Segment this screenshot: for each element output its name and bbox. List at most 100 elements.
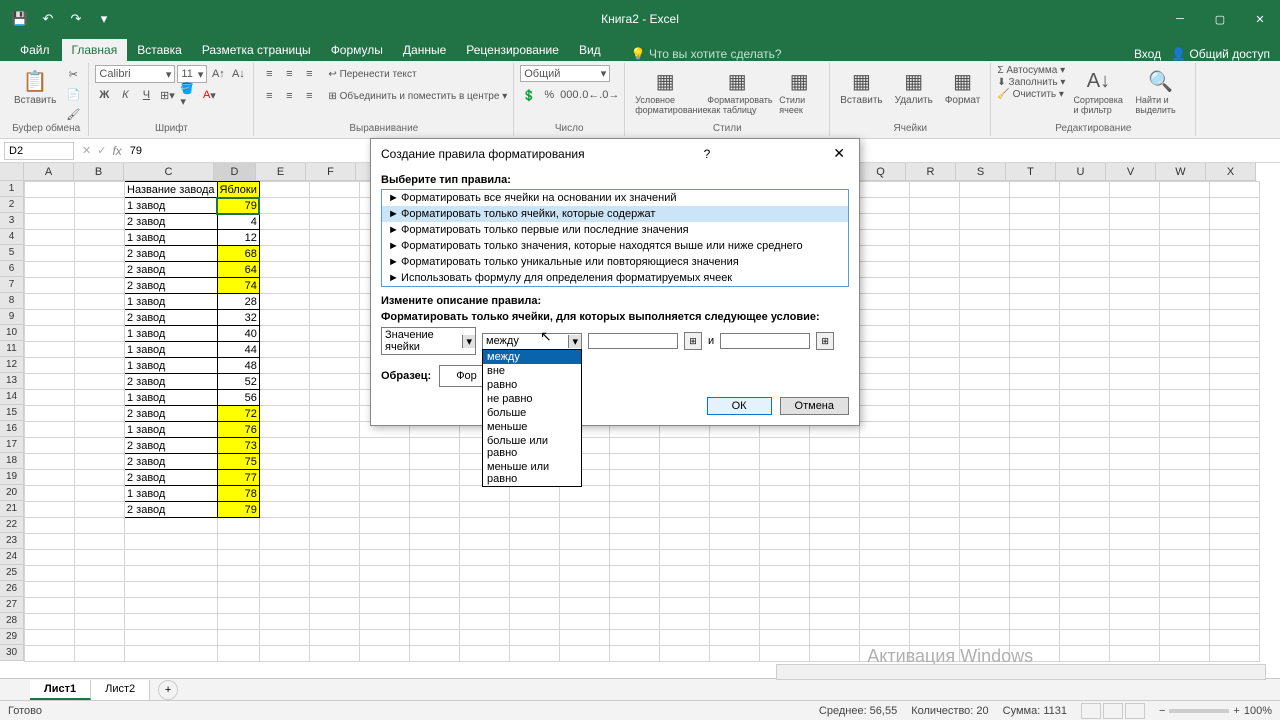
cell[interactable] [959, 182, 1009, 198]
cell[interactable] [259, 246, 309, 262]
cell[interactable] [1009, 262, 1059, 278]
cell[interactable] [125, 614, 218, 630]
cell[interactable] [1209, 598, 1259, 614]
cell[interactable] [75, 534, 125, 550]
italic-button[interactable]: К [116, 86, 134, 104]
cell[interactable] [1209, 278, 1259, 294]
cell[interactable] [1009, 550, 1059, 566]
cell[interactable]: 2 завод [125, 454, 218, 470]
cell[interactable] [1159, 294, 1209, 310]
close-button[interactable]: ✕ [1240, 5, 1280, 33]
cell[interactable] [559, 566, 609, 582]
cell[interactable] [125, 518, 218, 534]
cell[interactable] [859, 294, 909, 310]
column-header[interactable]: T [1006, 163, 1056, 181]
cell[interactable] [859, 182, 909, 198]
cell[interactable] [1159, 326, 1209, 342]
cell[interactable] [659, 582, 709, 598]
fill-color-icon[interactable]: 🪣▾ [179, 86, 197, 104]
cell[interactable]: 2 завод [125, 438, 218, 454]
copy-icon[interactable]: 📄 [64, 85, 82, 103]
cell[interactable] [125, 598, 218, 614]
row-header[interactable]: 9 [0, 309, 24, 325]
ref-picker-from[interactable]: ⊞ [684, 332, 702, 350]
cell[interactable] [1109, 406, 1159, 422]
row-header[interactable]: 22 [0, 517, 24, 533]
operator-option[interactable]: меньше или равно [483, 460, 581, 486]
cell[interactable] [1159, 518, 1209, 534]
cell[interactable] [1009, 518, 1059, 534]
cell[interactable] [659, 486, 709, 502]
cell[interactable] [1059, 406, 1109, 422]
cell[interactable] [709, 454, 759, 470]
cell[interactable] [1109, 214, 1159, 230]
clear-button[interactable]: 🧹 Очистить ▾ [997, 89, 1065, 100]
cell[interactable] [1159, 438, 1209, 454]
cell[interactable] [309, 630, 359, 646]
cell[interactable] [309, 438, 359, 454]
cell[interactable]: 52 [217, 374, 259, 390]
cell[interactable] [609, 582, 659, 598]
cell[interactable] [809, 550, 859, 566]
increase-font-icon[interactable]: A↑ [209, 65, 227, 83]
cell[interactable] [959, 358, 1009, 374]
zoom-in-button[interactable]: + [1233, 705, 1239, 717]
cell[interactable] [609, 630, 659, 646]
cell[interactable] [259, 294, 309, 310]
cell[interactable] [1059, 614, 1109, 630]
cell[interactable]: 56 [217, 390, 259, 406]
column-header[interactable]: V [1106, 163, 1156, 181]
column-header[interactable]: W [1156, 163, 1206, 181]
cell[interactable] [1209, 486, 1259, 502]
cell[interactable] [1209, 198, 1259, 214]
zoom-out-button[interactable]: − [1159, 705, 1165, 717]
cell[interactable] [25, 502, 75, 518]
column-header[interactable]: U [1056, 163, 1106, 181]
cell[interactable] [1209, 342, 1259, 358]
cell[interactable] [509, 486, 559, 502]
cell[interactable] [125, 582, 218, 598]
cell[interactable] [75, 598, 125, 614]
merge-center-button[interactable]: ⊞ Объединить и поместить в центре ▾ [328, 91, 507, 102]
cell[interactable] [1209, 406, 1259, 422]
row-header[interactable]: 10 [0, 325, 24, 341]
cell[interactable] [1059, 454, 1109, 470]
underline-button[interactable]: Ч [137, 86, 155, 104]
cell[interactable] [959, 422, 1009, 438]
zoom-slider[interactable] [1169, 709, 1229, 713]
borders-icon[interactable]: ⊞▾ [158, 86, 176, 104]
cell[interactable] [659, 470, 709, 486]
cell[interactable] [609, 534, 659, 550]
cell[interactable] [709, 438, 759, 454]
cell[interactable] [609, 518, 659, 534]
cell[interactable] [1159, 534, 1209, 550]
cell[interactable] [909, 230, 959, 246]
cell[interactable] [759, 486, 809, 502]
cell[interactable] [1159, 422, 1209, 438]
sort-filter-button[interactable]: A↓Сортировка и фильтр [1069, 65, 1127, 117]
cell[interactable] [409, 470, 459, 486]
cell[interactable] [1059, 198, 1109, 214]
cell[interactable] [25, 566, 75, 582]
column-header[interactable]: B [74, 163, 124, 181]
cell[interactable] [1109, 470, 1159, 486]
cell[interactable] [859, 582, 909, 598]
dialog-help-icon[interactable]: ? [704, 147, 711, 161]
cell[interactable] [25, 454, 75, 470]
cell[interactable] [359, 518, 409, 534]
cell[interactable] [859, 486, 909, 502]
cell[interactable]: 2 завод [125, 214, 218, 230]
cell[interactable] [25, 294, 75, 310]
cell[interactable] [309, 326, 359, 342]
align-mid-icon[interactable]: ≡ [280, 65, 298, 83]
cell[interactable] [959, 502, 1009, 518]
align-bot-icon[interactable]: ≡ [300, 65, 318, 83]
cell[interactable] [1009, 630, 1059, 646]
row-header[interactable]: 3 [0, 213, 24, 229]
cell[interactable] [75, 214, 125, 230]
cell[interactable] [509, 550, 559, 566]
cell[interactable] [909, 582, 959, 598]
cell[interactable] [217, 646, 259, 662]
cell[interactable] [259, 278, 309, 294]
cell[interactable] [1109, 630, 1159, 646]
